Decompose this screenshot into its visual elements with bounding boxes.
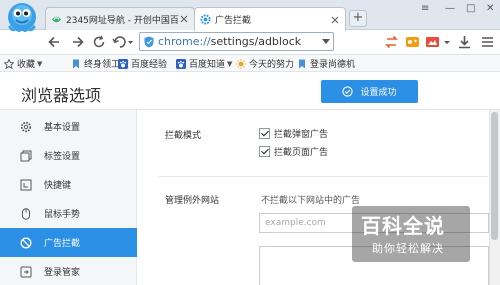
sidebar-item-basic[interactable]: 基本设置 [0, 112, 137, 141]
keyboard-icon [20, 179, 32, 190]
tab-title: 广告拦截 [215, 16, 252, 26]
undo-icon [112, 36, 133, 48]
bookmark-label: 百度知道 [189, 60, 226, 70]
address-url: chrome://settings/adblock [158, 35, 301, 48]
success-toast: 设置成功 [321, 80, 418, 103]
menu-icon[interactable]: ≡ [421, 3, 429, 14]
bookmark-item[interactable]: 今天的努力 [236, 57, 294, 70]
login-icon [20, 266, 32, 277]
back-button[interactable] [46, 34, 62, 50]
screenshot-icon[interactable] [425, 35, 440, 49]
tab-2345-navigation[interactable]: 2345网址导航 - 开创中国百年品牌 [45, 7, 195, 30]
close-window-button[interactable]: ✕ [486, 3, 494, 14]
bookmark-label: 百度经验 [131, 60, 168, 70]
url-scheme: chrome:// [158, 35, 211, 48]
sidebar-item-label: 鼠标手势 [44, 210, 81, 220]
shield-icon [144, 36, 154, 47]
exceptions-hint: 不拦截以下网站中的广告 [261, 196, 361, 206]
check-circle-icon [342, 86, 354, 97]
chevron-down-icon: ▼ [37, 59, 43, 68]
2345-favicon-icon [52, 16, 61, 22]
bookmark-item[interactable]: 百度经验 [118, 57, 167, 70]
mouse-icon [22, 207, 30, 220]
bookmark-icon [73, 59, 79, 68]
tab-adblock[interactable]: 广告拦截 [194, 7, 346, 31]
bookmark-favorites[interactable]: 收藏 ▼ [4, 57, 42, 70]
arrow-right-icon [73, 36, 84, 48]
gear-icon [20, 121, 32, 132]
download-icon[interactable] [457, 35, 472, 49]
browser-logo-icon [8, 3, 36, 32]
sidebar-item-tabs[interactable]: 标签设置 [0, 141, 137, 170]
game-icon[interactable] [405, 35, 420, 49]
bookmark-label: 今天的努力 [249, 60, 295, 70]
toast-text: 设置成功 [360, 88, 397, 98]
address-bar[interactable]: chrome://settings/adblock [139, 32, 334, 51]
watermark-title: 百科全说 [361, 214, 445, 238]
paw-icon [118, 58, 128, 69]
block-icon [20, 237, 32, 248]
tabs-icon [20, 150, 32, 161]
bookmark-item[interactable]: 百度知道 ▼ [176, 57, 232, 70]
chevron-down-icon[interactable] [322, 39, 330, 44]
new-tab-button[interactable]: + [349, 10, 367, 27]
bookmark-label: 登录尚德机 [310, 60, 356, 70]
block-page-ads-option[interactable]: 拦截页面广告 [259, 145, 328, 158]
sidebar-item-label: 标签设置 [44, 152, 81, 162]
settings-sidebar: 基本设置 标签设置 快捷键 鼠标手势 广告拦截 登录管家 [0, 110, 137, 285]
tab-title: 2345网址导航 - 开创中国百年品牌 [66, 15, 179, 26]
block-popup-ads-option[interactable]: 拦截弹窗广告 [259, 127, 328, 140]
bookmark-icon [299, 59, 305, 68]
settings-gear-favicon-icon [200, 14, 211, 25]
reload-icon [93, 35, 105, 48]
url-path: settings/adblock [210, 35, 302, 48]
close-tab-icon[interactable] [179, 14, 189, 24]
maximize-button[interactable]: □ [466, 3, 475, 14]
block-popup-ads-checkbox[interactable] [259, 128, 270, 139]
sidebar-item-mouse-gestures[interactable]: 鼠标手势 [0, 199, 137, 228]
section-divider [158, 176, 488, 177]
manage-exceptions-label: 管理例外网站 [165, 196, 220, 206]
sidebar-item-label: 快捷键 [44, 181, 72, 191]
chevron-down-icon: ▼ [227, 59, 233, 68]
watermark-subtitle: 助你轻松解决 [372, 242, 444, 255]
sidebar-item-adblock[interactable]: 广告拦截 [0, 228, 137, 257]
chevron-down-icon[interactable] [442, 35, 452, 49]
option-label: 拦截页面广告 [274, 148, 329, 158]
bookmark-label: 收藏 [17, 60, 36, 70]
arrow-left-icon [48, 36, 59, 48]
option-label: 拦截弹窗广告 [274, 130, 329, 140]
forward-button[interactable] [70, 34, 86, 50]
bookmark-item[interactable]: 登录尚德机 [297, 57, 355, 70]
menu-icon[interactable] [480, 35, 495, 49]
minimize-button[interactable]: — [445, 3, 455, 14]
sidebar-item-label: 广告拦截 [44, 239, 81, 249]
sync-icon[interactable] [384, 35, 399, 49]
undo-close-button[interactable] [111, 34, 135, 50]
block-page-ads-checkbox[interactable] [259, 146, 270, 157]
sun-icon [236, 58, 246, 69]
sidebar-item-login-manager[interactable]: 登录管家 [0, 257, 137, 285]
block-mode-label: 拦截模式 [165, 131, 202, 141]
star-icon [4, 58, 14, 69]
paw-icon [176, 58, 186, 69]
sidebar-item-label: 登录管家 [44, 268, 81, 278]
reload-button[interactable] [91, 34, 107, 50]
sidebar-item-shortcuts[interactable]: 快捷键 [0, 170, 137, 199]
page-title: 浏览器选项 [21, 86, 102, 105]
scrollbar-thumb[interactable] [491, 112, 498, 240]
sidebar-item-label: 基本设置 [44, 123, 81, 133]
close-tab-icon[interactable] [330, 15, 340, 25]
